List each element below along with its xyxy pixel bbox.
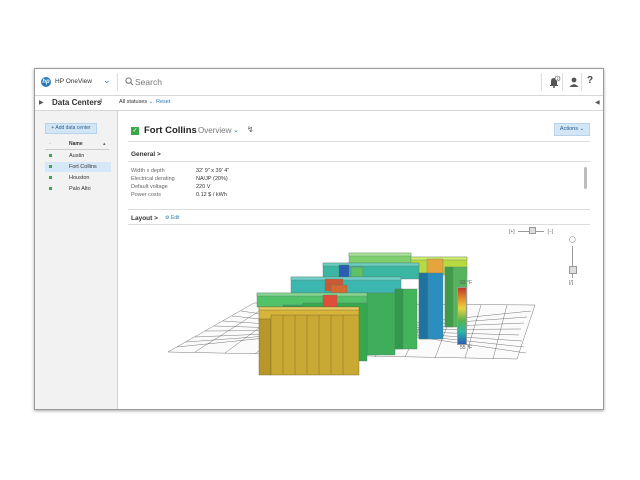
prop-label: Width x depth xyxy=(131,168,165,174)
layout-heading[interactable]: Layout > xyxy=(131,215,158,222)
list-item-label: Houston xyxy=(69,175,90,181)
page-title: Fort Collins xyxy=(144,125,197,136)
actions-label: Actions xyxy=(559,126,578,132)
view-selector[interactable]: Overview xyxy=(198,126,231,135)
layout-view[interactable] xyxy=(35,249,603,409)
prop-value: NA/JP (20%) xyxy=(196,176,228,182)
search-icon xyxy=(125,77,134,86)
reset-link[interactable]: Reset xyxy=(156,99,170,105)
list-item-label: Palo Alto xyxy=(69,186,91,192)
sort-up-icon[interactable]: ▴ xyxy=(103,141,106,147)
general-heading[interactable]: General > xyxy=(131,151,161,158)
edit-link[interactable]: ⚙ Edit xyxy=(165,215,180,221)
notifications-count: 2 xyxy=(557,77,559,81)
chevron-down-icon: ⌄ xyxy=(579,126,585,132)
temperature-legend xyxy=(457,287,467,345)
list-header: ◦ Name ▴ xyxy=(45,140,109,150)
legend-min-label: 55 °F xyxy=(460,345,473,351)
status-column-icon: ◦ xyxy=(49,141,51,147)
divider xyxy=(541,73,542,91)
status-filter[interactable]: All statuses ⌄ xyxy=(119,99,153,105)
chevron-down-icon: ⌄ xyxy=(148,99,154,105)
status-ok-icon xyxy=(49,187,52,190)
prop-value: 32' 9" x 39' 4" xyxy=(196,168,230,174)
list-item-houston[interactable]: Houston xyxy=(45,173,111,183)
status-ok-icon xyxy=(49,154,52,157)
divider xyxy=(128,224,590,225)
legend-max-label: 93 °F xyxy=(460,280,473,286)
app-menu-chevron-icon[interactable]: ⌄ xyxy=(103,75,111,86)
rack-row-front xyxy=(258,306,360,376)
divider xyxy=(562,73,563,91)
zoom-in-icon[interactable]: [+] xyxy=(509,229,515,235)
status-ok-icon xyxy=(49,165,52,168)
prop-value: 0.12 $ / kWh xyxy=(196,192,227,198)
list-item-austin[interactable]: Austin xyxy=(45,151,111,161)
edit-label: Edit xyxy=(170,215,180,221)
status-filter-label: All statuses xyxy=(119,99,148,105)
list-item-fort-collins[interactable]: Fort Collins xyxy=(45,162,111,172)
chevron-down-icon[interactable]: ⌄ xyxy=(233,126,239,134)
help-icon[interactable]: ? xyxy=(587,75,593,86)
section-bar: ▶ Data Centers 4 All statuses ⌄ Reset ◀ xyxy=(35,96,603,111)
tilt-up-icon[interactable]: ◯ xyxy=(569,236,576,243)
divider xyxy=(128,161,590,162)
zoom-out-icon[interactable]: [−] xyxy=(547,229,553,235)
list-item-palo-alto[interactable]: Palo Alto xyxy=(45,184,111,194)
hp-logo: hp xyxy=(41,77,51,87)
gear-icon: ⚙ xyxy=(165,215,170,221)
section-title: Data Centers xyxy=(52,98,102,107)
name-column-header[interactable]: Name xyxy=(69,141,83,147)
add-data-center-button[interactable]: + Add data center xyxy=(45,123,97,134)
status-ok-icon: ✓ xyxy=(131,127,139,135)
zoom-thumb[interactable] xyxy=(529,227,536,234)
scrollbar-thumb[interactable] xyxy=(584,167,587,189)
app-window: hp HP OneView ⌄ 2 ? ▶ Data Centers 4 All xyxy=(34,68,604,410)
actions-button[interactable]: Actions ⌄ xyxy=(554,123,590,136)
app-name: HP OneView xyxy=(55,78,92,85)
divider xyxy=(581,73,582,91)
section-count: 4 xyxy=(99,99,103,105)
notifications-bell-icon[interactable]: 2 xyxy=(547,75,561,89)
prop-label: Default voltage xyxy=(131,184,168,190)
prop-label: Power costs xyxy=(131,192,161,198)
top-bar: hp HP OneView ⌄ 2 ? xyxy=(35,69,603,96)
search-input[interactable] xyxy=(135,75,435,89)
activity-icon[interactable]: ↯ xyxy=(247,125,254,134)
prop-label: Electrical derating xyxy=(131,176,175,182)
list-item-label: Austin xyxy=(69,153,85,159)
prop-value: 220 V xyxy=(196,184,211,190)
user-icon[interactable] xyxy=(567,75,581,89)
divider xyxy=(117,73,118,91)
status-ok-icon xyxy=(49,176,52,179)
divider xyxy=(128,141,590,142)
list-item-label: Fort Collins xyxy=(69,164,97,170)
divider xyxy=(128,209,590,210)
collapse-left-icon[interactable]: ▶ xyxy=(39,99,44,106)
collapse-right-icon[interactable]: ◀ xyxy=(595,99,600,106)
